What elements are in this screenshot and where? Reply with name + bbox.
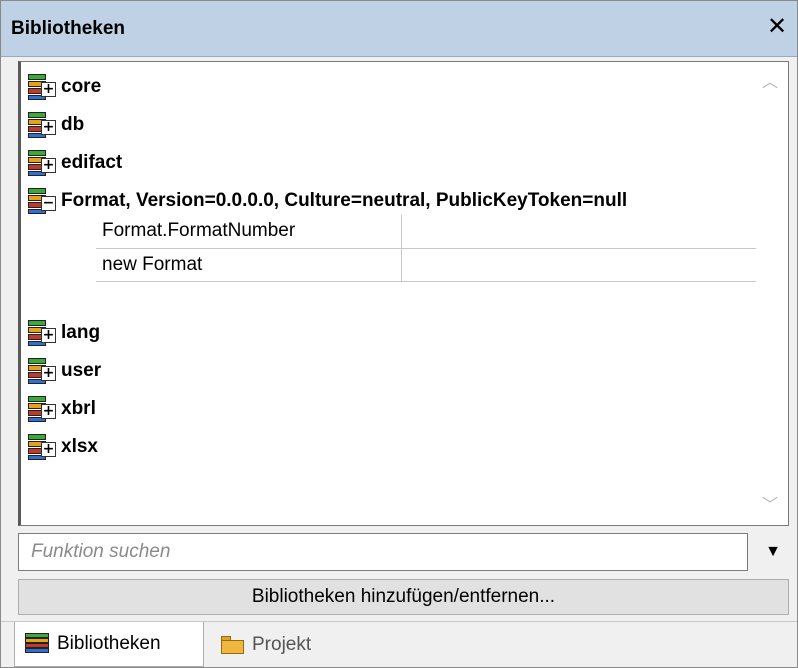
tree-node-label: Format, Version=0.0.0.0, Culture=neutral… (61, 190, 628, 211)
panel-tab-bar: Bibliotheken Projekt (1, 621, 797, 667)
library-tree[interactable]: + core + db + edifact − Format, Version=… (18, 61, 789, 526)
library-icon: + (27, 73, 57, 101)
panel-titlebar: Bibliotheken ✕ (1, 1, 797, 57)
tree-node-label: db (61, 114, 85, 135)
add-remove-libraries-button[interactable]: Bibliotheken hinzufügen/entfernen... (18, 579, 789, 615)
tree-node-label: lang (61, 322, 101, 343)
tab-label: Bibliotheken (57, 633, 161, 654)
tree-node-xbrl[interactable]: + xbrl (27, 394, 96, 424)
folder-icon (220, 635, 246, 655)
function-row[interactable]: Format.FormatNumber (96, 215, 756, 248)
collapse-icon[interactable]: − (41, 196, 56, 211)
tree-node-xlsx[interactable]: + xlsx (27, 432, 98, 462)
expand-icon[interactable]: + (41, 404, 56, 419)
function-detail (401, 248, 756, 281)
tree-node-label: core (61, 76, 102, 97)
function-name: new Format (96, 248, 402, 281)
library-icon: + (27, 319, 57, 347)
format-function-table: Format.FormatNumber new Format (96, 215, 756, 282)
tab-label: Projekt (252, 633, 312, 655)
expand-icon[interactable]: + (41, 328, 56, 343)
tree-node-format[interactable]: − Format, Version=0.0.0.0, Culture=neutr… (27, 186, 627, 216)
function-detail (401, 215, 756, 248)
library-icon: − (27, 187, 57, 215)
panel-title: Bibliotheken (11, 18, 126, 39)
expand-icon[interactable]: + (41, 366, 56, 381)
tree-node-core[interactable]: + core (27, 72, 101, 102)
tree-node-user[interactable]: + user (27, 356, 101, 386)
close-icon[interactable]: ✕ (765, 13, 789, 41)
library-icon: + (27, 395, 57, 423)
tree-node-lang[interactable]: + lang (27, 318, 100, 348)
library-icon: + (27, 357, 57, 385)
scroll-down-icon[interactable]: ﹀ (762, 498, 778, 514)
tree-node-edifact[interactable]: + edifact (27, 148, 122, 178)
function-name: Format.FormatNumber (96, 215, 402, 248)
library-icon: + (27, 111, 57, 139)
expand-icon[interactable]: + (41, 82, 56, 97)
function-search-input[interactable]: Funktion suchen (18, 533, 748, 571)
library-stack-icon (25, 633, 51, 655)
function-row[interactable]: new Format (96, 248, 756, 281)
expand-icon[interactable]: + (41, 158, 56, 173)
search-dropdown-icon[interactable]: ▼ (758, 533, 788, 571)
tab-project[interactable]: Projekt (214, 622, 344, 667)
libraries-panel: Bibliotheken ✕ + core + db + edifact − F… (0, 0, 798, 668)
tree-node-label: user (61, 360, 102, 381)
tree-node-db[interactable]: + db (27, 110, 84, 140)
scroll-up-icon[interactable]: ︿ (762, 75, 778, 91)
library-icon: + (27, 149, 57, 177)
tree-node-label: xbrl (61, 398, 96, 419)
library-icon: + (27, 433, 57, 461)
expand-icon[interactable]: + (41, 120, 56, 135)
tab-libraries[interactable]: Bibliotheken (14, 622, 204, 667)
tree-node-label: xlsx (61, 436, 98, 457)
expand-icon[interactable]: + (41, 442, 56, 457)
tree-node-label: edifact (61, 152, 123, 173)
